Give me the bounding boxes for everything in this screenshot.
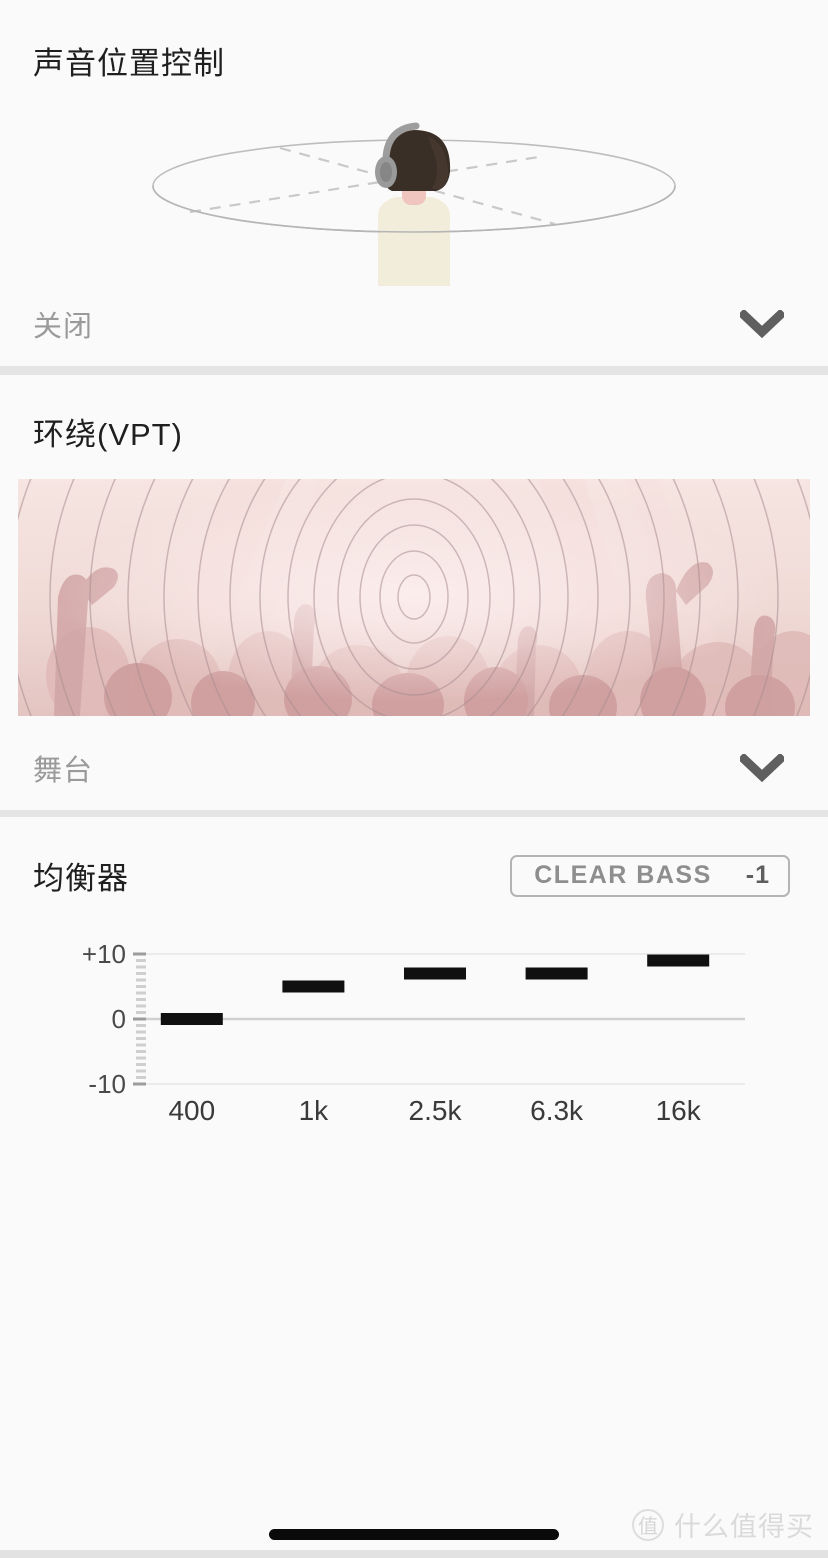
sound-position-value-row[interactable]: 关闭 <box>0 282 828 366</box>
eq-y-tick-label: 0 <box>112 1004 126 1034</box>
chevron-down-icon[interactable] <box>738 744 786 792</box>
clear-bass-value: -1 <box>745 861 770 889</box>
clear-bass-label: CLEAR BASS <box>534 861 712 889</box>
vpt-title: 环绕(VPT) <box>33 417 183 452</box>
watermark-badge: 值 <box>632 1508 664 1541</box>
chevron-down-icon[interactable] <box>738 300 786 348</box>
equalizer-chart[interactable]: +10 0 -10 400 1k 2.5k 6.3k 16k <box>0 936 828 1121</box>
app-screen: 声音位置控制 关闭 环绕(VPT) 舞台 均衡器 CLEAR BASS -1 +… <box>0 0 828 1558</box>
vpt-value-row[interactable]: 舞台 <box>0 726 828 810</box>
equalizer-title: 均衡器 <box>33 861 129 896</box>
watermark-text: 什么值得买 <box>674 1512 814 1542</box>
sound-position-illustration <box>0 96 828 286</box>
vpt-preview-image[interactable] <box>18 479 810 716</box>
eq-y-tick-label: -10 <box>88 1069 126 1099</box>
eq-x-tick-label: 400 <box>168 1095 215 1121</box>
bottom-strip <box>0 1550 828 1558</box>
equalizer-header: 均衡器 CLEAR BASS -1 <box>0 817 828 898</box>
equalizer-card[interactable]: 均衡器 CLEAR BASS -1 +10 0 -10 400 1k 2.5k 6.3k 16… <box>0 817 828 1558</box>
watermark: 值 什么值得买 <box>632 1505 814 1544</box>
vpt-value: 舞台 <box>33 755 94 787</box>
eq-band-handle <box>282 980 345 993</box>
eq-y-tick-label: +10 <box>82 939 126 969</box>
eq-band-handle <box>525 967 588 980</box>
sound-position-title: 声音位置控制 <box>33 46 225 81</box>
eq-x-tick-label: 1k <box>299 1095 330 1121</box>
home-indicator[interactable] <box>269 1529 559 1540</box>
eq-x-tick-label: 6.3k <box>530 1095 584 1121</box>
vpt-card[interactable]: 环绕(VPT) 舞台 <box>0 375 828 810</box>
eq-band-handle <box>404 967 466 980</box>
sound-position-card[interactable]: 声音位置控制 关闭 <box>0 0 828 366</box>
eq-band-handle <box>647 954 710 967</box>
eq-x-tick-label: 2.5k <box>409 1095 463 1121</box>
clear-bass-badge[interactable]: CLEAR BASS -1 <box>510 854 790 897</box>
sound-position-value: 关闭 <box>33 311 94 343</box>
section-divider <box>0 810 828 817</box>
eq-x-tick-label: 16k <box>656 1095 702 1121</box>
section-divider <box>0 366 828 375</box>
eq-band-handle <box>160 1013 223 1025</box>
